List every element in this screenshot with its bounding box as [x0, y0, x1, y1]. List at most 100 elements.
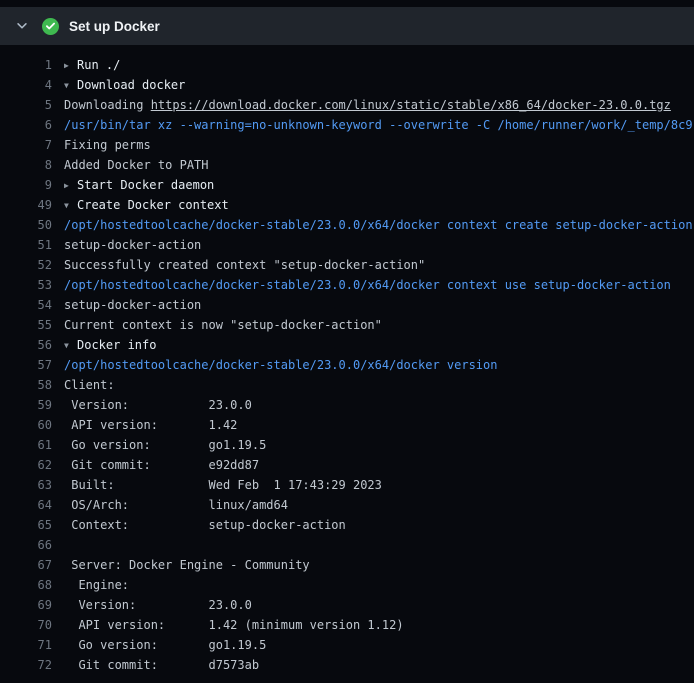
line-number[interactable]: 57 — [0, 355, 52, 375]
log-text: Successfully created context "setup-dock… — [64, 255, 425, 275]
line-number[interactable]: 70 — [0, 615, 52, 635]
line-number[interactable]: 6 — [0, 115, 52, 135]
log-text: Built: Wed Feb 1 17:43:29 2023 — [64, 475, 382, 495]
log-line[interactable]: 4 ▼Download docker — [0, 75, 694, 95]
log-text: Go version: go1.19.5 — [64, 635, 266, 655]
log-line: 6/usr/bin/tar xz --warning=no-unknown-ke… — [0, 115, 694, 135]
line-number[interactable]: 9 — [0, 175, 52, 195]
log-line: 51 setup-docker-action — [0, 235, 694, 255]
command-text: /opt/hostedtoolcache/docker-stable/23.0.… — [64, 355, 497, 375]
log-line-content: ▶Start Docker daemon — [64, 175, 214, 195]
log-text: Client: — [64, 375, 115, 395]
success-check-icon — [42, 18, 59, 35]
group-title: Create Docker context — [77, 198, 229, 212]
log-text: setup-docker-action — [64, 235, 201, 255]
log-text: Git commit: e92dd87 — [64, 455, 259, 475]
chevron-collapsed-icon: ▶ — [64, 56, 77, 75]
line-number[interactable]: 60 — [0, 415, 52, 435]
line-number[interactable]: 54 — [0, 295, 52, 315]
line-number[interactable]: 53 — [0, 275, 52, 295]
log-line: 50/opt/hostedtoolcache/docker-stable/23.… — [0, 215, 694, 235]
line-number[interactable]: 67 — [0, 555, 52, 575]
chevron-down-icon[interactable] — [14, 18, 30, 34]
log-line: 64 OS/Arch: linux/amd64 — [0, 495, 694, 515]
log-text: Version: 23.0.0 — [64, 595, 252, 615]
step-title: Set up Docker — [69, 19, 160, 34]
log-text: Current context is now "setup-docker-act… — [64, 315, 382, 335]
log-line: 5 Downloading https://download.docker.com… — [0, 95, 694, 115]
log-text: Engine: — [64, 575, 129, 595]
log-text: Downloading — [64, 98, 151, 112]
log-line: 62 Git commit: e92dd87 — [0, 455, 694, 475]
log-line[interactable]: 1▶Run ./ — [0, 55, 694, 75]
line-number[interactable]: 55 — [0, 315, 52, 335]
line-number[interactable]: 58 — [0, 375, 52, 395]
line-number[interactable]: 72 — [0, 655, 52, 675]
log-text: Git commit: d7573ab — [64, 655, 259, 675]
log-text: OS/Arch: linux/amd64 — [64, 495, 288, 515]
line-number[interactable]: 69 — [0, 595, 52, 615]
log-line: 7 Fixing perms — [0, 135, 694, 155]
line-number[interactable]: 68 — [0, 575, 52, 595]
log-line: 68 Engine: — [0, 575, 694, 595]
log-line: 67 Server: Docker Engine - Community — [0, 555, 694, 575]
log-line: 8 Added Docker to PATH — [0, 155, 694, 175]
line-number[interactable]: 50 — [0, 215, 52, 235]
chevron-expanded-icon: ▼ — [64, 76, 77, 95]
line-number[interactable]: 62 — [0, 455, 52, 475]
log-line-content: ▼Create Docker context — [64, 195, 229, 215]
log-line: 58 Client: — [0, 375, 694, 395]
chevron-expanded-icon: ▼ — [64, 196, 77, 215]
log-line: 65 Context: setup-docker-action — [0, 515, 694, 535]
line-number[interactable]: 1 — [0, 55, 52, 75]
line-number[interactable]: 59 — [0, 395, 52, 415]
line-number[interactable]: 71 — [0, 635, 52, 655]
log-text: Added Docker to PATH — [64, 155, 209, 175]
log-line-content: Downloading https://download.docker.com/… — [64, 95, 671, 115]
log-link[interactable]: https://download.docker.com/linux/static… — [151, 98, 671, 112]
line-number[interactable]: 66 — [0, 535, 52, 555]
log-text: Version: 23.0.0 — [64, 395, 252, 415]
line-number[interactable]: 7 — [0, 135, 52, 155]
line-number[interactable]: 64 — [0, 495, 52, 515]
log-line: 59 Version: 23.0.0 — [0, 395, 694, 415]
command-text: /opt/hostedtoolcache/docker-stable/23.0.… — [64, 215, 693, 235]
log-text: API version: 1.42 — [64, 415, 237, 435]
log-line: 72 Git commit: d7573ab — [0, 655, 694, 675]
line-number[interactable]: 8 — [0, 155, 52, 175]
group-title: Download docker — [77, 78, 185, 92]
log-text: Fixing perms — [64, 135, 151, 155]
log-text: API version: 1.42 (minimum version 1.12) — [64, 615, 404, 635]
line-number[interactable]: 56 — [0, 335, 52, 355]
group-title: Start Docker daemon — [77, 178, 214, 192]
log-line[interactable]: 49 ▼Create Docker context — [0, 195, 694, 215]
line-number[interactable]: 61 — [0, 435, 52, 455]
line-number[interactable]: 5 — [0, 95, 52, 115]
log-line: 60 API version: 1.42 — [0, 415, 694, 435]
log-line: 66 — [0, 535, 694, 555]
line-number[interactable]: 63 — [0, 475, 52, 495]
line-number[interactable]: 52 — [0, 255, 52, 275]
log-line: 61 Go version: go1.19.5 — [0, 435, 694, 455]
log-line[interactable]: 56 ▼Docker info — [0, 335, 694, 355]
log-line-content: ▼Download docker — [64, 75, 185, 95]
log-line: 57/opt/hostedtoolcache/docker-stable/23.… — [0, 355, 694, 375]
line-number[interactable]: 4 — [0, 75, 52, 95]
line-number[interactable]: 65 — [0, 515, 52, 535]
step-header[interactable]: Set up Docker — [0, 7, 694, 45]
log-viewer: 1▶Run ./4▼Download docker5Downloading ht… — [0, 45, 694, 675]
log-line: 55 Current context is now "setup-docker-a… — [0, 315, 694, 335]
log-line-content: ▼Docker info — [64, 335, 156, 355]
log-line: 71 Go version: go1.19.5 — [0, 635, 694, 655]
log-line[interactable]: 9 ▶Start Docker daemon — [0, 175, 694, 195]
log-line: 53/opt/hostedtoolcache/docker-stable/23.… — [0, 275, 694, 295]
line-number[interactable]: 51 — [0, 235, 52, 255]
log-line: 54setup-docker-action — [0, 295, 694, 315]
group-title: Docker info — [77, 338, 156, 352]
log-text: Server: Docker Engine - Community — [64, 555, 310, 575]
log-text: Go version: go1.19.5 — [64, 435, 266, 455]
log-line: 52 Successfully created context "setup-do… — [0, 255, 694, 275]
command-text: /opt/hostedtoolcache/docker-stable/23.0.… — [64, 275, 671, 295]
log-text: Context: setup-docker-action — [64, 515, 346, 535]
line-number[interactable]: 49 — [0, 195, 52, 215]
